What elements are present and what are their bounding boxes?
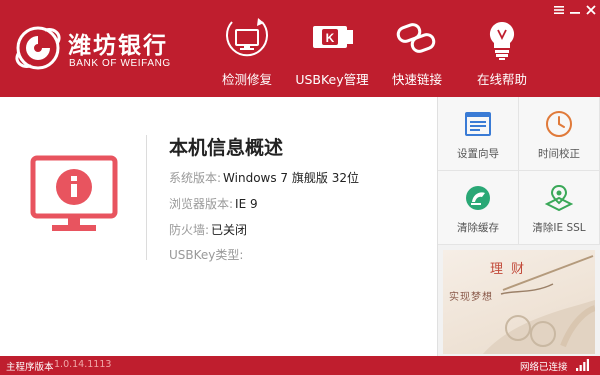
clear-ssl-icon bbox=[545, 184, 573, 212]
svg-text:K: K bbox=[326, 31, 335, 45]
minimize-icon[interactable] bbox=[568, 3, 582, 17]
version-label: 主程序版本 bbox=[6, 362, 54, 373]
version-value: 1.0.14.1113 bbox=[54, 359, 112, 370]
info-value: 已关闭 bbox=[211, 223, 248, 237]
brand-name-en: BANK OF WEIFANG bbox=[69, 58, 171, 69]
info-row-system: 系统版本: Windows 7 旗舰版 32位 bbox=[169, 169, 359, 186]
info-label: 浏览器版本: bbox=[169, 197, 234, 211]
page-title: 本机信息概述 bbox=[169, 137, 284, 159]
vertical-divider bbox=[146, 135, 147, 260]
usb-key-icon: K bbox=[313, 26, 353, 48]
clock-icon bbox=[546, 111, 572, 137]
nav-usbkey-manage[interactable]: K USBKey管理 bbox=[292, 18, 372, 88]
tool-label: 清除IE SSL bbox=[532, 222, 586, 234]
nav-quick-links[interactable]: 快速链接 bbox=[377, 18, 457, 88]
monitor-refresh-icon bbox=[226, 18, 268, 57]
tool-clear-ie-ssl[interactable]: 清除IE SSL bbox=[519, 171, 600, 245]
tool-time-correction[interactable]: 时间校正 bbox=[519, 97, 600, 171]
info-value: IE 9 bbox=[235, 197, 258, 211]
info-label: USBKey类型: bbox=[169, 248, 244, 262]
lightbulb-icon bbox=[489, 21, 515, 60]
menu-icon[interactable] bbox=[552, 3, 566, 17]
tool-clear-cache[interactable]: 清除缓存 bbox=[438, 171, 519, 245]
tool-label: 设置向导 bbox=[457, 148, 499, 160]
signal-icon bbox=[576, 359, 589, 371]
header-bar: 潍坊银行 BANK OF WEIFANG 检测修复 K USBKey管理 快速链… bbox=[0, 0, 600, 97]
nav-label: USBKey管理 bbox=[295, 72, 369, 87]
monitor-info-icon bbox=[30, 155, 118, 231]
info-value: Windows 7 旗舰版 32位 bbox=[223, 171, 359, 185]
nav-label: 快速链接 bbox=[391, 72, 442, 87]
info-row-firewall: 防火墙: 已关闭 bbox=[169, 221, 247, 238]
promo-line2: 实现梦想 bbox=[449, 292, 493, 303]
nav-label: 检测修复 bbox=[221, 72, 272, 87]
nav-label: 在线帮助 bbox=[476, 72, 527, 87]
status-bar: 主程序版本 1.0.14.1113 网络已连接 bbox=[0, 356, 600, 375]
clear-cache-icon bbox=[466, 186, 490, 210]
bank-logo-icon bbox=[15, 26, 61, 70]
info-label: 系统版本: bbox=[169, 171, 222, 185]
tool-label: 清除缓存 bbox=[457, 222, 499, 234]
promo-banner[interactable]: 理 财 实现梦想 bbox=[443, 250, 595, 354]
info-row-browser: 浏览器版本: IE 9 bbox=[169, 195, 258, 212]
close-icon[interactable] bbox=[584, 3, 598, 17]
tool-settings-wizard[interactable]: 设置向导 bbox=[438, 97, 519, 171]
info-label: 防火墙: bbox=[169, 223, 210, 237]
tool-label: 时间校正 bbox=[538, 148, 580, 160]
nav-online-help[interactable]: 在线帮助 bbox=[462, 18, 542, 88]
brand-name-cn: 潍坊银行 bbox=[68, 32, 168, 59]
nav-detect-repair[interactable]: 检测修复 bbox=[207, 18, 287, 88]
link-icon bbox=[396, 23, 436, 53]
network-status: 网络已连接 bbox=[520, 362, 568, 373]
info-row-usbkey: USBKey类型: bbox=[169, 246, 245, 263]
promo-line1: 理 财 bbox=[490, 262, 527, 277]
settings-wizard-icon bbox=[465, 112, 491, 136]
